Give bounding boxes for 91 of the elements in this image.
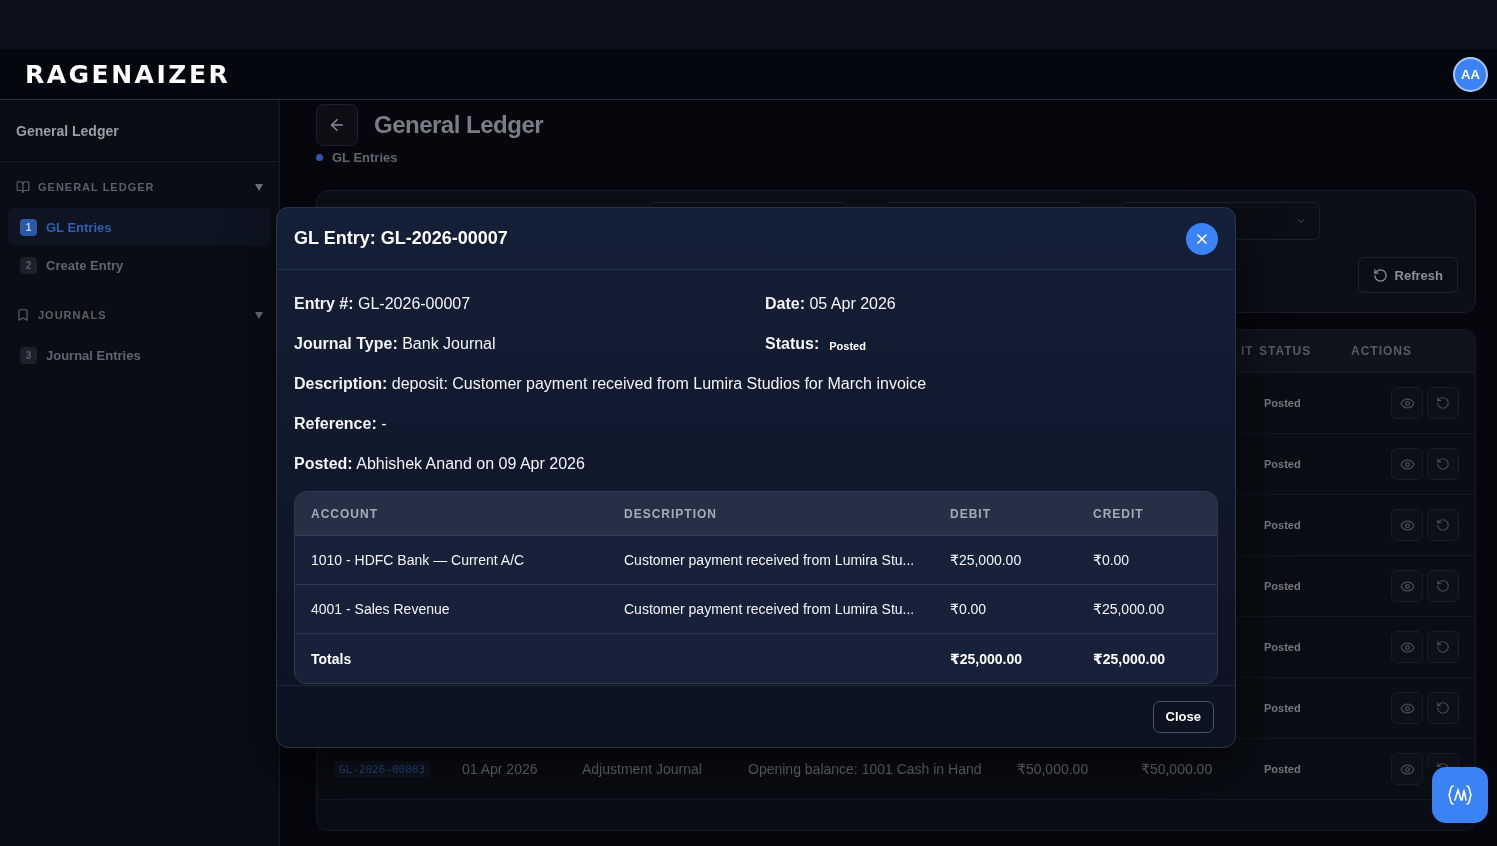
status-label: Posted [1263, 702, 1302, 714]
eye-icon [1399, 456, 1415, 472]
column-header: STATUS [1259, 344, 1313, 358]
field-text: Journal Type: Bank Journal [294, 335, 496, 353]
column-header: IT [1240, 344, 1255, 358]
sidebar-item[interactable]: 1 GL Entries [8, 208, 271, 246]
field-text: Description: deposit: Customer payment received from Lumira Studios for March invoice [294, 375, 927, 393]
eye-icon [1399, 517, 1415, 533]
dialog-title: GL Entry: GL-2026-00007 [294, 228, 508, 249]
eye-icon [1399, 761, 1415, 777]
view-button[interactable] [1391, 448, 1423, 480]
status-label: Posted [1263, 458, 1302, 470]
section-heading[interactable]: JOURNALS [38, 309, 247, 321]
undo-icon [1436, 518, 1450, 532]
total-value: ₹25,000.00 [1093, 650, 1167, 667]
user-avatar[interactable]: AA [1453, 56, 1488, 92]
reverse-button[interactable] [1427, 631, 1459, 663]
step-number: 3 [20, 346, 37, 364]
undo-icon [1436, 579, 1450, 593]
sidebar-item[interactable]: 2 Create Entry [8, 246, 271, 284]
reverse-button[interactable] [1427, 753, 1459, 767]
view-button[interactable] [1391, 387, 1423, 419]
assistant-icon [1447, 782, 1473, 808]
reverse-button[interactable] [1427, 448, 1459, 480]
back-button[interactable] [316, 104, 358, 146]
totals-label: Totals [311, 650, 353, 667]
column-header: DEBIT [950, 506, 992, 521]
eye-icon [1399, 395, 1415, 411]
table-cell-text: 1010 - HDFC Bank — Current A/C [311, 552, 526, 568]
page-title: General Ledger [374, 111, 544, 139]
table-cell-text: ₹0.00 [950, 601, 988, 617]
section-heading[interactable]: GENERAL LEDGER [38, 181, 247, 193]
breadcrumb-dot [316, 153, 323, 161]
field-text: Reference: - [294, 415, 387, 433]
view-button[interactable] [1391, 692, 1423, 724]
view-button[interactable] [1391, 570, 1423, 602]
field-label: Status: [765, 335, 820, 353]
reverse-button[interactable] [1427, 509, 1459, 541]
status-text: Posted [829, 340, 866, 352]
table-cell-text: ₹25,000.00 [1093, 601, 1166, 617]
eye-icon [1399, 700, 1415, 716]
table-cell-text: Customer payment received from Lumira Stu... [624, 601, 916, 617]
reverse-button[interactable] [1427, 692, 1459, 724]
close-button[interactable] [1186, 222, 1218, 255]
breadcrumb: GL Entries [332, 149, 398, 165]
view-button[interactable] [1391, 631, 1423, 663]
caret-icon[interactable] [255, 311, 263, 319]
status-label: Posted [1263, 641, 1302, 653]
table-cell-text: ₹25,000.00 [950, 552, 1023, 568]
undo-icon [1436, 396, 1450, 410]
refresh-button[interactable]: Refresh [1357, 257, 1458, 293]
field-text: Date: 05 Apr 2026 [765, 295, 896, 313]
undo-icon [1436, 457, 1450, 471]
step-number: 2 [20, 256, 37, 274]
app-logo: RAGENAIZER [25, 59, 231, 89]
table-cell-text: 01 Apr 2026 [462, 761, 539, 777]
refresh-icon [1372, 267, 1388, 283]
column-header: DESCRIPTION [624, 506, 718, 521]
eye-icon [1399, 578, 1415, 594]
floating-assistant-button[interactable] [1432, 767, 1488, 823]
column-header: ACTIONS [1350, 344, 1413, 358]
view-button[interactable] [1391, 509, 1423, 541]
eye-icon [1399, 639, 1415, 655]
field-text: Posted: Abhishek Anand on 09 Apr 2026 [294, 455, 585, 473]
view-button[interactable] [1391, 753, 1423, 785]
reverse-button[interactable] [1427, 570, 1459, 602]
status-label: Posted [1263, 763, 1302, 775]
reverse-button[interactable] [1427, 387, 1459, 419]
total-value: ₹25,000.00 [950, 650, 1024, 667]
table-cell-text: ₹50,000.00 [1141, 761, 1214, 777]
sidebar-title: General Ledger [0, 100, 279, 162]
column-header: CREDIT [1093, 506, 1145, 521]
table-cell-text: ₹50,000.00 [1017, 761, 1090, 777]
undo-icon [1436, 640, 1450, 654]
column-header: ACCOUNT [311, 506, 379, 521]
status-label: Posted [1263, 397, 1302, 409]
table-cell-text: ₹0.00 [1093, 552, 1131, 568]
table-cell-text: Opening balance: 1001 Cash in Hand [748, 761, 983, 777]
table-cell-text: 4001 - Sales Revenue [311, 601, 451, 617]
table-cell-text: Customer payment received from Lumira Stu... [624, 552, 916, 568]
status-label: Posted [1263, 580, 1302, 592]
undo-icon [1436, 701, 1450, 715]
bookmark-icon [16, 308, 30, 322]
step-number: 1 [20, 218, 37, 236]
caret-icon[interactable] [255, 183, 263, 191]
status-label: Posted [1263, 519, 1302, 531]
book-icon [16, 180, 30, 194]
table-cell-text: Adjustment Journal [582, 761, 703, 777]
close-button[interactable]: Close [1152, 700, 1214, 733]
sidebar-item[interactable]: 3 Journal Entries [8, 336, 271, 374]
field-text: Entry #: GL-2026-00007 [294, 295, 471, 313]
